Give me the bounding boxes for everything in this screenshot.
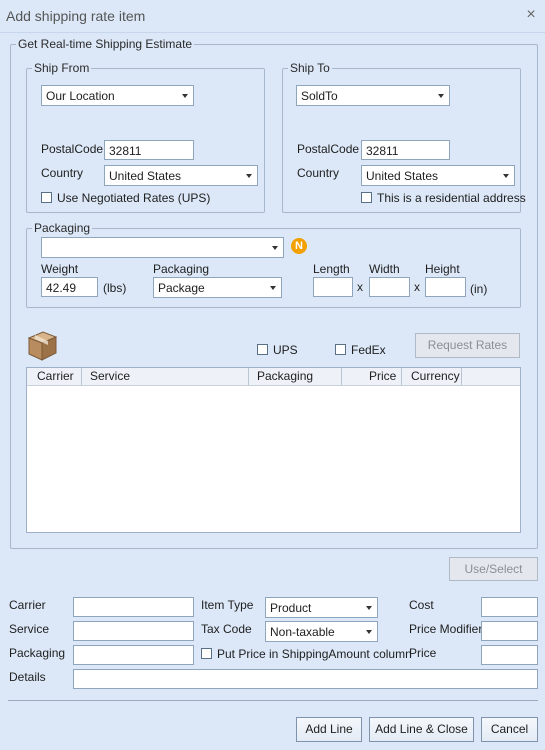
- ship-from-postal-input[interactable]: 32811: [104, 140, 194, 160]
- details-label: Details: [9, 670, 46, 684]
- details-input[interactable]: [73, 669, 538, 689]
- times-sign: x: [414, 280, 420, 294]
- footer-separator: [8, 700, 538, 701]
- use-select-label: Use/Select: [464, 562, 523, 576]
- weight-input[interactable]: 42.49: [41, 277, 98, 297]
- height-label: Height: [425, 262, 460, 276]
- add-line-label: Add Line: [305, 722, 353, 736]
- packaging-preset-select[interactable]: [41, 237, 284, 258]
- item-type-select[interactable]: Product: [265, 597, 378, 618]
- carrier-input[interactable]: [73, 597, 194, 617]
- ship-from-postal-value: 32811: [109, 144, 142, 158]
- chevron-down-icon: [366, 606, 372, 610]
- residential-label: This is a residential address: [377, 191, 526, 205]
- chevron-down-icon: [182, 94, 188, 98]
- item-type-label: Item Type: [201, 598, 254, 612]
- cost-label: Cost: [409, 598, 434, 612]
- cancel-label: Cancel: [490, 722, 529, 736]
- price-input[interactable]: [481, 645, 538, 665]
- packaging-type-label: Packaging: [153, 262, 210, 276]
- weight-value: 42.49: [46, 281, 77, 295]
- width-input[interactable]: [369, 277, 410, 297]
- negotiated-rates-checkbox[interactable]: [41, 192, 52, 203]
- length-label: Length: [313, 262, 350, 276]
- chevron-down-icon: [438, 94, 444, 98]
- ship-from-country-select[interactable]: United States: [104, 165, 258, 186]
- ship-from-country-value: United States: [109, 169, 182, 183]
- put-price-checkbox[interactable]: [201, 648, 212, 659]
- weight-unit: (lbs): [103, 281, 127, 295]
- ship-to-postal-label: PostalCode: [297, 142, 360, 156]
- rates-table[interactable]: Carrier Service Packaging Price Currency: [26, 367, 521, 533]
- new-badge-letter: N: [295, 240, 303, 252]
- price-label: Price: [409, 646, 437, 660]
- width-label: Width: [369, 262, 400, 276]
- tax-code-select[interactable]: Non-taxable: [265, 621, 378, 642]
- packaging-type-select[interactable]: Package: [153, 277, 282, 298]
- carrier-label: Carrier: [9, 598, 46, 612]
- times-sign: x: [357, 280, 363, 294]
- ship-from-legend: Ship From: [32, 61, 92, 75]
- package-icon: [26, 328, 58, 362]
- ship-to-postal-value: 32811: [366, 144, 399, 158]
- tax-code-value: Non-taxable: [270, 625, 335, 639]
- column-header-service[interactable]: Service: [82, 368, 249, 385]
- request-rates-button[interactable]: Request Rates: [415, 333, 520, 358]
- packaging-type-value: Package: [158, 281, 205, 295]
- column-header-carrier[interactable]: Carrier: [27, 368, 82, 385]
- height-input[interactable]: [425, 277, 466, 297]
- chevron-down-icon: [270, 286, 276, 290]
- packaging-label: Packaging: [9, 646, 66, 660]
- ship-to-legend: Ship To: [288, 61, 332, 75]
- service-label: Service: [9, 622, 50, 636]
- ship-to-location-select[interactable]: SoldTo: [296, 85, 450, 106]
- add-line-button[interactable]: Add Line: [296, 717, 362, 742]
- cost-input[interactable]: [481, 597, 538, 617]
- estimate-group-legend: Get Real-time Shipping Estimate: [16, 37, 195, 51]
- ship-to-postal-input[interactable]: 32811: [361, 140, 450, 160]
- window-title: Add shipping rate item: [6, 8, 146, 24]
- ups-label: UPS: [273, 343, 298, 357]
- chevron-down-icon: [366, 630, 372, 634]
- price-modifier-input[interactable]: [481, 621, 538, 641]
- ups-checkbox[interactable]: [257, 344, 268, 355]
- request-rates-label: Request Rates: [427, 338, 508, 352]
- ship-from-country-label: Country: [41, 166, 84, 180]
- item-type-value: Product: [270, 601, 312, 615]
- ship-to-country-value: United States: [366, 169, 439, 183]
- packaging-legend: Packaging: [32, 221, 93, 235]
- add-line-close-button[interactable]: Add Line & Close: [369, 717, 474, 742]
- ship-to-country-select[interactable]: United States: [361, 165, 515, 186]
- column-header-currency[interactable]: Currency: [402, 368, 462, 385]
- put-price-label: Put Price in ShippingAmount column: [217, 647, 412, 661]
- weight-label: Weight: [41, 262, 79, 276]
- ship-to-country-label: Country: [297, 166, 340, 180]
- column-header-packaging[interactable]: Packaging: [249, 368, 342, 385]
- negotiated-rates-label: Use Negotiated Rates (UPS): [57, 191, 211, 205]
- ship-to-location-value: SoldTo: [301, 89, 338, 103]
- tax-code-label: Tax Code: [201, 622, 252, 636]
- chevron-down-icon: [503, 174, 509, 178]
- cancel-button[interactable]: Cancel: [481, 717, 538, 742]
- chevron-down-icon: [272, 246, 278, 250]
- add-line-close-label: Add Line & Close: [375, 722, 468, 736]
- residential-checkbox[interactable]: [361, 192, 372, 203]
- new-badge-icon[interactable]: N: [291, 238, 307, 254]
- fedex-checkbox[interactable]: [335, 344, 346, 355]
- ship-from-postal-label: PostalCode: [41, 142, 104, 156]
- dimension-unit: (in): [470, 282, 488, 296]
- column-header-price[interactable]: Price: [342, 368, 402, 385]
- length-input[interactable]: [313, 277, 353, 297]
- rates-table-header: Carrier Service Packaging Price Currency: [27, 368, 520, 386]
- close-icon[interactable]: ×: [524, 6, 538, 24]
- fedex-label: FedEx: [351, 343, 386, 357]
- price-modifier-label: Price Modifier: [409, 622, 483, 636]
- ship-from-location-select[interactable]: Our Location: [41, 85, 194, 106]
- service-input[interactable]: [73, 621, 194, 641]
- packaging-input[interactable]: [73, 645, 194, 665]
- chevron-down-icon: [246, 174, 252, 178]
- ship-from-location-value: Our Location: [46, 89, 115, 103]
- use-select-button[interactable]: Use/Select: [449, 557, 538, 581]
